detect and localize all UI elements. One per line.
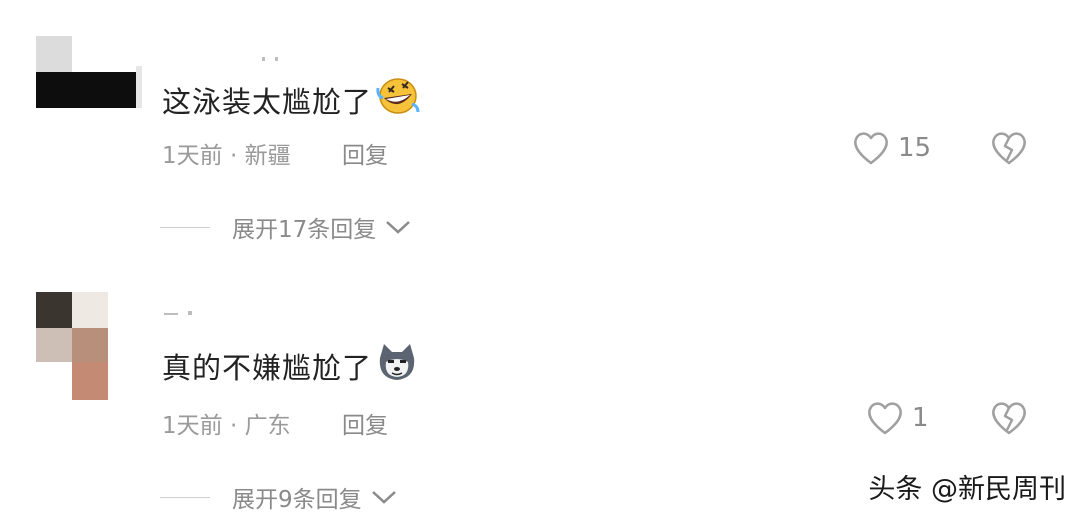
avatar[interactable] xyxy=(36,292,140,402)
like-count: 1 xyxy=(912,403,929,433)
avatar[interactable] xyxy=(36,36,142,110)
expand-replies-label: 展开17条回复 xyxy=(232,217,377,243)
comment-text: 真的不嫌尴尬了 xyxy=(162,342,418,389)
broken-heart-icon xyxy=(992,402,1026,435)
like-button[interactable]: 1 xyxy=(866,400,929,436)
reply-button[interactable]: 回复 xyxy=(342,136,388,170)
broken-heart-icon xyxy=(992,132,1026,165)
heart-outline-icon xyxy=(854,132,888,165)
heart-outline-icon xyxy=(868,402,902,435)
time-location: 1天前 · 新疆 xyxy=(162,143,291,169)
divider-line xyxy=(160,226,210,228)
dislike-button[interactable] xyxy=(990,400,1028,440)
expand-replies-button[interactable]: 展开17条回复 xyxy=(160,210,412,244)
comment-meta: 1天前 · 广东 回复 xyxy=(162,406,388,440)
comment-item: 这泳装太尴尬了 1天前 · 新疆 回复 15 展开17条回复 xyxy=(0,0,1080,260)
source-watermark: 头条 @新民周刊 xyxy=(868,474,1066,505)
like-button[interactable]: 15 xyxy=(852,130,931,166)
like-count: 15 xyxy=(898,133,932,163)
rofl-emoji-icon xyxy=(376,76,420,123)
chevron-down-icon xyxy=(386,221,411,234)
dislike-button[interactable] xyxy=(990,130,1028,170)
username-blurred[interactable] xyxy=(164,300,204,315)
divider-line xyxy=(160,496,210,498)
time-location: 1天前 · 广东 xyxy=(162,413,291,439)
comment-meta: 1天前 · 新疆 回复 xyxy=(162,136,388,170)
reply-button[interactable]: 回复 xyxy=(342,406,388,440)
expand-replies-button[interactable]: 展开9条回复 xyxy=(160,480,398,514)
comment-text: 这泳装太尴尬了 xyxy=(162,76,420,123)
username-blurred[interactable] xyxy=(262,46,302,61)
chevron-down-icon xyxy=(371,491,396,504)
expand-replies-label: 展开9条回复 xyxy=(232,487,362,513)
husky-dog-emoji-icon xyxy=(376,342,418,389)
